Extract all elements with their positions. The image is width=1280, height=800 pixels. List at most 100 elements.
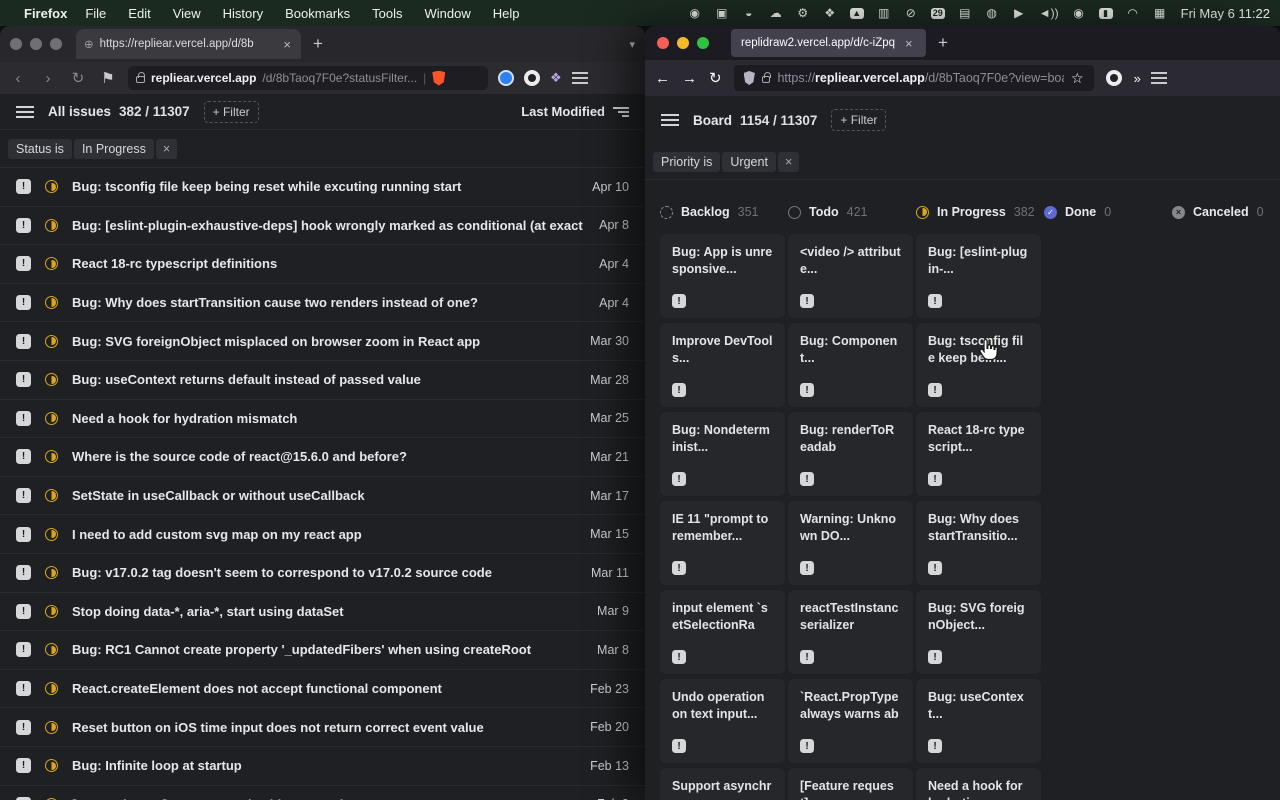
issue-row[interactable]: !Need a hook for hydration mismatchMar 2… — [0, 400, 645, 439]
zoom-window-button[interactable] — [50, 38, 62, 50]
filter-value[interactable]: In Progress — [74, 139, 154, 159]
menu-history[interactable]: History — [223, 6, 263, 21]
issue-card[interactable]: <video /> attribute...! — [788, 234, 913, 318]
extensions-puzzle-icon[interactable]: ❖ — [550, 70, 562, 86]
menu-bookmarks[interactable]: Bookmarks — [285, 6, 350, 21]
menu-window[interactable]: Window — [425, 6, 471, 21]
hub-icon[interactable]: ▤ — [958, 7, 972, 19]
issue-card[interactable]: IE 11 "prompt to remember...! — [660, 501, 785, 585]
add-filter-button[interactable]: + Filter — [831, 109, 886, 131]
forward-button[interactable]: › — [38, 70, 58, 87]
onepassword-extension-icon[interactable] — [498, 70, 514, 86]
url-bar[interactable]: repliear.vercel.app /d/8bTaoq7F0e?status… — [128, 66, 488, 90]
bookmark-star-icon[interactable]: ☆ — [1071, 70, 1084, 87]
sort-label[interactable]: Last Modified — [521, 104, 605, 119]
issue-card[interactable]: Bug: App is unresponsive...! — [660, 234, 785, 318]
tab-list-chevron-icon[interactable]: ▾ — [629, 38, 635, 51]
issue-row[interactable]: !Where is the source code of react@15.6.… — [0, 438, 645, 477]
issue-card[interactable]: Need a hook for hydration...! — [916, 768, 1041, 800]
issue-card[interactable]: Bug: Why does startTransitio...! — [916, 501, 1041, 585]
issue-card[interactable]: React 18-rc typescript...! — [916, 412, 1041, 496]
issue-row[interactable]: !Stop doing data-*, aria-*, start using … — [0, 593, 645, 632]
onepassword-icon[interactable]: ⊘ — [904, 7, 918, 19]
issue-card[interactable]: Bug: SVG foreignObject...! — [916, 590, 1041, 674]
back-button[interactable]: ‹ — [8, 70, 28, 87]
zoom-window-button[interactable] — [697, 37, 709, 49]
menu-edit[interactable]: Edit — [128, 6, 150, 21]
new-tab-button[interactable]: + — [313, 34, 323, 54]
menu-view[interactable]: View — [173, 6, 201, 21]
github-extension-icon[interactable] — [524, 70, 540, 86]
issue-row[interactable]: !React 18-rc typescript definitionsApr 4 — [0, 245, 645, 284]
dropbox-icon[interactable]: ❖ — [823, 7, 837, 19]
browser-tab[interactable]: replidraw2.vercel.app/d/c-iZpq × — [731, 29, 926, 57]
issue-row[interactable]: !Bug: Infinite loop at startupFeb 13 — [0, 747, 645, 786]
play-icon[interactable]: ▶ — [1012, 7, 1026, 19]
issue-card[interactable]: [Feature request] expo...! — [788, 768, 913, 800]
remove-filter-icon[interactable]: × — [778, 152, 799, 172]
minimize-window-button[interactable] — [30, 38, 42, 50]
tab-close-icon[interactable]: × — [903, 36, 915, 51]
forward-button[interactable]: → — [682, 70, 697, 87]
reload-button[interactable]: ↻ — [68, 69, 88, 87]
reload-button[interactable]: ↻ — [709, 69, 722, 87]
github-extension-icon[interactable] — [1106, 70, 1122, 86]
issue-row[interactable]: ![DevTools Bug] Unsupported Bridge opera… — [0, 786, 645, 800]
tab-close-icon[interactable]: × — [281, 37, 293, 52]
add-filter-button[interactable]: + Filter — [204, 101, 259, 123]
issue-row[interactable]: !Bug: Why does startTransition cause two… — [0, 284, 645, 323]
menu-tools[interactable]: Tools — [372, 6, 402, 21]
wifi-icon[interactable]: ◠ — [1126, 7, 1140, 19]
calendar-icon[interactable]: 29 — [931, 8, 945, 19]
remove-filter-icon[interactable]: × — [156, 139, 177, 159]
issue-row[interactable]: !Bug: v17.0.2 tag doesn't seem to corres… — [0, 554, 645, 593]
menu-help[interactable]: Help — [493, 6, 520, 21]
menu-bar-clock[interactable]: Fri May 6 11:22 — [1181, 6, 1270, 21]
issue-row[interactable]: !React.createElement does not accept fun… — [0, 670, 645, 709]
issue-card[interactable]: Support asynchronous...! — [660, 768, 785, 800]
issue-card[interactable]: Improve DevTools...! — [660, 323, 785, 407]
issue-card[interactable]: Undo operation on text input...! — [660, 679, 785, 763]
browser-tab[interactable]: ⊕ https://repliear.vercel.app/d/8b × — [76, 29, 301, 59]
browser-menu-icon[interactable] — [572, 72, 588, 84]
brave-shield-icon[interactable] — [432, 71, 445, 86]
screen-record-icon[interactable]: ◉ — [688, 7, 702, 19]
close-window-button[interactable] — [10, 38, 22, 50]
issue-row[interactable]: !Bug: tsconfig file keep being reset whi… — [0, 168, 645, 207]
user-circle-icon[interactable]: ◉ — [1072, 7, 1086, 19]
bookmark-icon[interactable]: ⚑ — [98, 69, 118, 87]
issue-card[interactable]: Bug: renderToReadab! — [788, 412, 913, 496]
issue-card[interactable]: `React.PropType always warns ab! — [788, 679, 913, 763]
back-button[interactable]: ← — [655, 70, 670, 87]
cloud-icon[interactable]: ☁ — [769, 7, 783, 19]
issue-row[interactable]: !SetState in useCallback or without useC… — [0, 477, 645, 516]
docker-icon[interactable]: ⚙ — [796, 7, 810, 19]
issue-row[interactable]: !Reset button on iOS time input does not… — [0, 708, 645, 747]
sort-icon[interactable] — [613, 107, 629, 117]
app-sidebar-toggle-icon[interactable] — [16, 106, 34, 118]
window-controls-inactive[interactable] — [10, 38, 62, 50]
issue-card[interactable]: Bug: tsconfig file keep bein...! — [916, 323, 1041, 407]
issue-card[interactable]: Warning: Unknown DO...! — [788, 501, 913, 585]
close-window-button[interactable] — [657, 37, 669, 49]
issue-card[interactable]: Bug: Nondeterminist...! — [660, 412, 785, 496]
menu-file[interactable]: File — [85, 6, 106, 21]
active-app-name[interactable]: Firefox — [24, 6, 67, 21]
issue-row[interactable]: !Bug: RC1 Cannot create property '_updat… — [0, 631, 645, 670]
meet-icon[interactable]: ◒ — [742, 7, 756, 19]
brave-icon[interactable]: ▲ — [850, 8, 864, 19]
minimize-window-button[interactable] — [677, 37, 689, 49]
issue-card[interactable]: Bug: Component...! — [788, 323, 913, 407]
issue-row[interactable]: !I need to add custom svg map on my reac… — [0, 515, 645, 554]
issue-row[interactable]: !Bug: [eslint-plugin-exhaustive-deps] ho… — [0, 207, 645, 246]
browser-menu-icon[interactable] — [1151, 72, 1167, 84]
filter-value[interactable]: Urgent — [722, 152, 776, 172]
camera-icon[interactable]: ▣ — [715, 7, 729, 19]
new-tab-button[interactable]: + — [938, 33, 948, 53]
tracking-protection-shield-icon[interactable] — [744, 71, 755, 85]
issue-card[interactable]: Bug: [eslint-plugin-...! — [916, 234, 1041, 318]
issue-row[interactable]: !Bug: SVG foreignObject misplaced on bro… — [0, 322, 645, 361]
layout-icon[interactable]: ▥ — [877, 7, 891, 19]
issue-card[interactable]: reactTestInstanc serializer! — [788, 590, 913, 674]
url-bar[interactable]: https:// repliear.vercel.app /d/8bTaoq7F… — [734, 65, 1094, 91]
